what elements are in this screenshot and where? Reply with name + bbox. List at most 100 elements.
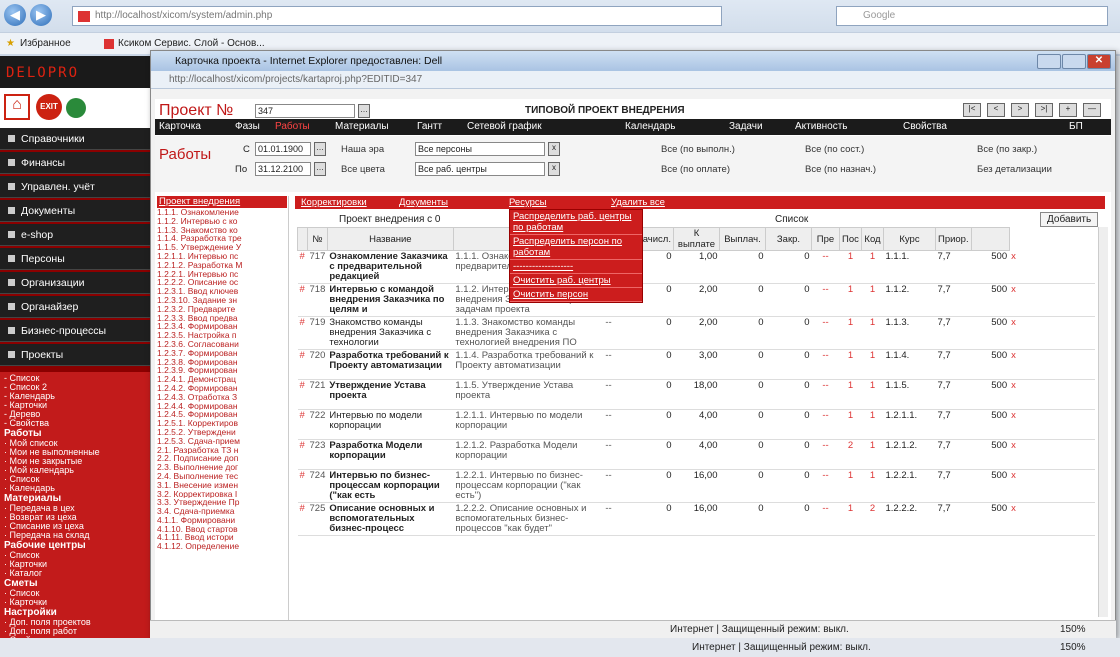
tree-item[interactable]: 1.2.3.1. Ввод ключев	[157, 287, 287, 296]
search-input[interactable]: Google	[836, 6, 1108, 26]
tree-item[interactable]: 1.2.2.1. Интервью пс	[157, 270, 287, 279]
filter-pay-select[interactable]: Все (по оплате)	[661, 164, 730, 175]
table-row[interactable]: #721 Утверждение Устава проекта 1.1.5. Утв…	[297, 379, 1095, 410]
tab-0[interactable]: Корректировки	[301, 197, 367, 208]
table-row[interactable]: #724 Интервью по бизнес-процессам корпора…	[297, 469, 1095, 503]
table-row[interactable]: #720 Разработка требований к Проекту авто…	[297, 349, 1095, 380]
delete-icon[interactable]: x	[1009, 316, 1095, 350]
record-nav-button[interactable]: |<	[963, 103, 981, 117]
tab-5[interactable]: Сетевой график	[467, 121, 542, 132]
tree-item[interactable]: 1.1.2. Интервью с ко	[157, 217, 287, 226]
back-icon[interactable]: ◀	[4, 4, 26, 26]
tree-item[interactable]: 1.2.4.1. Демонстрац	[157, 375, 287, 384]
tree-item[interactable]: 4.1.12. Определение	[157, 542, 287, 551]
table-row[interactable]: #718 Интервью с командой внедрения Заказч…	[297, 283, 1095, 317]
tab-3[interactable]: Удалить все	[611, 197, 665, 208]
add-button[interactable]: Добавить	[1040, 212, 1099, 227]
dropdown-item[interactable]: Очистить персон	[510, 288, 642, 302]
maximize-button[interactable]	[1062, 54, 1086, 69]
tree-item[interactable]: 1.2.3.4. Формирован	[157, 322, 287, 331]
tree-item[interactable]: 1.2.4.3. Отработка З	[157, 393, 287, 402]
tree-item[interactable]: 4.1.10. Ввод стартов	[157, 525, 287, 534]
persons-input[interactable]: Все персоны	[415, 142, 545, 156]
sidebar-item[interactable]: Управлен. учёт	[0, 176, 150, 198]
tree-item[interactable]: 1.2.2.2. Описание ос	[157, 278, 287, 287]
row-marker[interactable]: #	[297, 439, 308, 470]
delete-icon[interactable]: x	[1009, 379, 1095, 410]
tree-item[interactable]: 1.2.5.2. Утверждени	[157, 428, 287, 437]
sidebar-link[interactable]: · Карточки	[4, 598, 146, 607]
table-row[interactable]: #717 Ознакомление Заказчика с предварител…	[297, 250, 1095, 284]
column-header[interactable]: Код	[860, 227, 884, 251]
column-header[interactable]: Приор.	[934, 227, 972, 251]
tab-2[interactable]: Работы	[275, 121, 310, 132]
column-header[interactable]: №	[307, 227, 328, 251]
sidebar-item[interactable]: Организации	[0, 272, 150, 294]
tree-item[interactable]: 1.2.3.6. Согласовани	[157, 340, 287, 349]
column-header[interactable]: Пре	[810, 227, 840, 251]
delete-icon[interactable]: x	[1009, 469, 1095, 503]
column-header[interactable]: Закр.	[764, 227, 812, 251]
favorites-button[interactable]: Избранное	[20, 38, 71, 49]
dropdown-item[interactable]: Очистить раб. центры	[510, 274, 642, 288]
tree-item[interactable]: 1.1.1. Ознакомление	[157, 208, 287, 217]
row-marker[interactable]: #	[297, 250, 308, 284]
column-header[interactable]: Выплач.	[718, 227, 766, 251]
tree-item[interactable]: 2.3. Выполнение дог	[157, 463, 287, 472]
tab-6[interactable]: Календарь	[625, 121, 675, 132]
tree-item[interactable]: 2.4. Выполнение тес	[157, 472, 287, 481]
delete-icon[interactable]: x	[1009, 283, 1095, 317]
sidebar-link[interactable]: · Каталог	[4, 569, 146, 578]
tree-item[interactable]: 3.3. Утверждение Пр	[157, 498, 287, 507]
tab-7[interactable]: Задачи	[729, 121, 763, 132]
favorites-link[interactable]: Ксиком Сервис. Слой - Основ...	[118, 38, 265, 49]
vertical-scrollbar[interactable]	[1098, 227, 1108, 617]
delete-icon[interactable]: x	[1009, 502, 1095, 536]
table-row[interactable]: #722 Интервью по модели корпорации 1.2.1.1…	[297, 409, 1095, 440]
detail-select[interactable]: Без детализации	[977, 164, 1052, 175]
sidebar-item[interactable]: Бизнес-процессы	[0, 320, 150, 342]
date-to-button[interactable]: …	[314, 162, 326, 176]
column-header[interactable]: Курс	[882, 227, 936, 251]
record-nav-button[interactable]: >	[1011, 103, 1029, 117]
tree-item[interactable]: 3.2. Корректировка I	[157, 490, 287, 499]
tab-9[interactable]: Свойства	[903, 121, 947, 132]
filter-state-select[interactable]: Все (по сост.)	[805, 144, 864, 155]
tab-10[interactable]: БП	[1069, 121, 1083, 132]
date-from-input[interactable]: 01.01.1900	[255, 142, 311, 156]
delete-icon[interactable]: x	[1009, 250, 1095, 284]
view-select[interactable]: Список	[775, 214, 808, 225]
tab-1[interactable]: Документы	[399, 197, 448, 208]
tree-item[interactable]: 1.2.3.7. Формирован	[157, 349, 287, 358]
centers-clear-button[interactable]: x	[548, 162, 560, 176]
users-icon[interactable]	[66, 98, 86, 118]
sidebar-link[interactable]: · Календарь	[4, 484, 146, 493]
zoom-level[interactable]: 150%	[1060, 624, 1086, 635]
record-nav-button[interactable]: >|	[1035, 103, 1053, 117]
tree-item[interactable]: 4.1.11. Ввод истори	[157, 533, 287, 542]
row-marker[interactable]: #	[297, 379, 308, 410]
column-header[interactable]: К выплате	[672, 227, 720, 251]
delete-icon[interactable]: x	[1009, 349, 1095, 380]
column-header[interactable]: Пос	[838, 227, 862, 251]
row-marker[interactable]: #	[297, 316, 308, 350]
filter-closed-select[interactable]: Все (по закр.)	[977, 144, 1037, 155]
tree-item[interactable]: 1.2.4.4. Формирован	[157, 402, 287, 411]
table-row[interactable]: #725 Описание основных и вспомогательных …	[297, 502, 1095, 536]
record-nav-button[interactable]: +	[1059, 103, 1077, 117]
tree-item[interactable]: 1.2.1.1. Интервью пс	[157, 252, 287, 261]
zoom-level-main[interactable]: 150%	[1060, 642, 1086, 653]
tree-item[interactable]: 1.2.1.2. Разработка М	[157, 261, 287, 270]
delete-icon[interactable]: x	[1009, 439, 1095, 470]
tree-item[interactable]: 1.2.4.2. Формирован	[157, 384, 287, 393]
sidebar-item[interactable]: Финансы	[0, 152, 150, 174]
persons-clear-button[interactable]: x	[548, 142, 560, 156]
tree-item[interactable]: 1.2.3.8. Формирован	[157, 358, 287, 367]
tree-item[interactable]: 3.4. Сдача-приемка	[157, 507, 287, 516]
row-marker[interactable]: #	[297, 409, 308, 440]
tree-item[interactable]: 2.2. Подписание доп	[157, 454, 287, 463]
sidebar-item[interactable]: Документы	[0, 200, 150, 222]
forward-icon[interactable]: ▶	[30, 4, 52, 26]
tree-item[interactable]: 4.1.1. Формировани	[157, 516, 287, 525]
tree-item[interactable]: 1.2.3.2. Предварите	[157, 305, 287, 314]
